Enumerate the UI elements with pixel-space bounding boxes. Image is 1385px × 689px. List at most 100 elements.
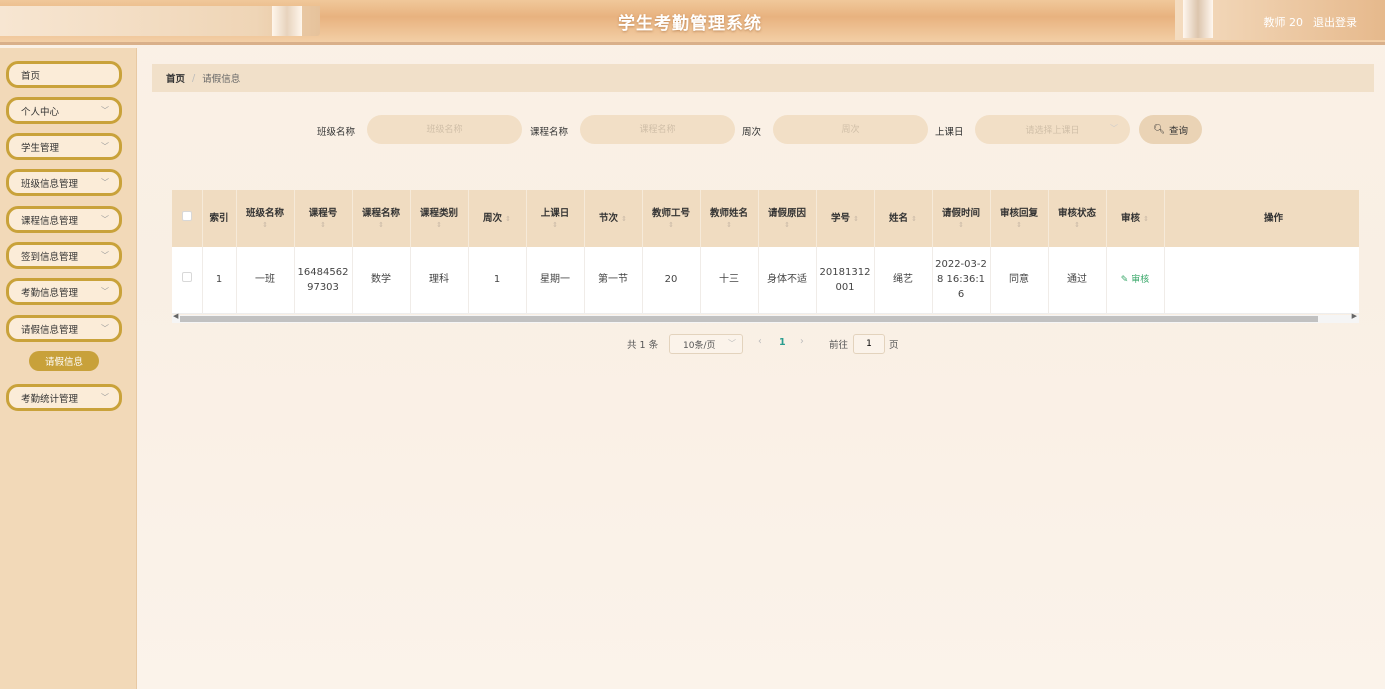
select-all-checkbox[interactable] (181, 211, 192, 221)
chevron-down-icon: ﹀ (101, 393, 109, 402)
class-name-input[interactable] (367, 115, 522, 144)
table-cell: 身体不适 (758, 247, 817, 314)
week-input[interactable] (773, 115, 928, 144)
class-day-label: 上课日 (935, 127, 964, 138)
prev-page-icon[interactable]: ‹ (758, 336, 762, 347)
sort-icon[interactable]: ⇕ (529, 221, 582, 230)
sort-icon[interactable]: ⇕ (621, 215, 627, 223)
sort-icon[interactable]: ⇕ (239, 221, 292, 230)
sort-icon[interactable]: ⇕ (1051, 221, 1104, 230)
sort-icon[interactable]: ⇕ (853, 215, 859, 223)
search-button-label: 查询 (1169, 125, 1189, 137)
sort-icon[interactable]: ⇕ (297, 221, 350, 230)
page-number[interactable]: 1 (779, 337, 786, 348)
sidebar-item-label: 签到信息管理 (21, 251, 79, 263)
column-header: 索引 (202, 190, 237, 247)
sidebar-item-attendance[interactable]: 考勤信息管理 ﹀ (6, 278, 122, 305)
audit-button[interactable]: ✎ 审核 (1121, 275, 1149, 285)
table-cell: 20181312001 (816, 247, 875, 314)
column-header[interactable]: 节次 ⇕ (584, 190, 643, 247)
horizontal-scrollbar[interactable]: ◀ ▶ (172, 312, 1359, 323)
sort-icon[interactable]: ⇕ (413, 221, 466, 230)
sidebar-item-checkin[interactable]: 签到信息管理 ﹀ (6, 242, 122, 269)
sidebar-item-home[interactable]: 首页 (6, 61, 122, 88)
sort-icon[interactable]: ⇕ (355, 221, 408, 230)
top-header: 学生考勤管理系统 教师 20 退出登录 (0, 0, 1385, 45)
table-row: 1 一班 1648456297303 数学 理科 1 星期一 第一节 20 十三… (172, 247, 1359, 314)
breadcrumb-home[interactable]: 首页 (166, 71, 185, 85)
sidebar-item-courses[interactable]: 课程信息管理 ﹀ (6, 206, 122, 233)
search-button[interactable]: 🔍︎ 查询 (1139, 115, 1202, 144)
scroll-left-icon[interactable]: ◀ (173, 312, 178, 320)
column-header[interactable]: 姓名 ⇕ (874, 190, 933, 247)
total-count: 共 1 条 (627, 340, 659, 351)
course-name-input[interactable] (580, 115, 735, 144)
column-header[interactable]: 课程名称 ⇕ (352, 190, 411, 247)
header-decoration-left (0, 6, 320, 36)
column-header[interactable]: 教师工号 ⇕ (642, 190, 701, 247)
page-size-value: 10条/页 (683, 340, 716, 351)
sidebar-subitem-leave-info[interactable]: 请假信息 (29, 351, 99, 371)
column-header[interactable]: 学号 ⇕ (816, 190, 875, 247)
sidebar-item-attendance-stats[interactable]: 考勤统计管理 ﹀ (6, 384, 122, 411)
column-header[interactable]: 上课日 ⇕ (526, 190, 585, 247)
page-size-select[interactable]: 10条/页 ﹀ (669, 334, 743, 354)
goto-label: 前往 (829, 340, 849, 351)
sort-icon[interactable]: ⇕ (505, 215, 511, 223)
row-select-cell (172, 247, 203, 314)
logout-link[interactable]: 退出登录 (1313, 14, 1357, 30)
class-day-select[interactable]: 请选择上课日 ﹀ (975, 115, 1130, 144)
column-header[interactable]: 教师姓名 ⇕ (700, 190, 759, 247)
sort-icon[interactable]: ⇕ (911, 215, 917, 223)
column-header[interactable]: 请假时间 ⇕ (932, 190, 991, 247)
chevron-down-icon: ﹀ (101, 142, 109, 151)
chevron-down-icon: ﹀ (101, 215, 109, 224)
goto-unit-label: 页 (889, 340, 899, 351)
sort-icon[interactable]: ⇕ (645, 221, 698, 230)
actions-cell (1164, 247, 1359, 314)
column-header[interactable]: 请假原因 ⇕ (758, 190, 817, 247)
column-header[interactable]: 课程号 ⇕ (294, 190, 353, 247)
sidebar-item-students[interactable]: 学生管理 ﹀ (6, 133, 122, 160)
table-cell: 1648456297303 (294, 247, 353, 314)
column-header[interactable]: 审核回复 ⇕ (990, 190, 1049, 247)
goto-page-input[interactable] (853, 334, 885, 354)
table-cell: 一班 (236, 247, 295, 314)
chevron-down-icon: ﹀ (101, 324, 109, 333)
sort-icon[interactable]: ⇕ (703, 221, 756, 230)
table-cell: 理科 (410, 247, 469, 314)
sort-icon[interactable]: ⇕ (993, 221, 1046, 230)
sidebar-item-leave[interactable]: 请假信息管理 ﹀ (6, 315, 122, 342)
chevron-down-icon: ﹀ (1110, 124, 1118, 133)
scroll-right-icon[interactable]: ▶ (1352, 312, 1357, 320)
table-cell: 星期一 (526, 247, 585, 314)
sidebar-item-label: 学生管理 (21, 142, 60, 154)
column-header[interactable]: 审核状态 ⇕ (1048, 190, 1107, 247)
sort-icon[interactable]: ⇕ (935, 221, 988, 230)
scrollbar-thumb[interactable] (180, 316, 1318, 322)
chevron-down-icon: ﹀ (101, 251, 109, 260)
search-icon: 🔍︎ (1152, 124, 1166, 135)
class-name-label: 班级名称 (317, 127, 356, 138)
sidebar-item-label: 课程信息管理 (21, 215, 79, 227)
column-header[interactable]: 课程类别 ⇕ (410, 190, 469, 247)
sidebar-item-label: 首页 (21, 70, 41, 82)
table-cell: 十三 (700, 247, 759, 314)
sidebar-item-classes[interactable]: 班级信息管理 ﹀ (6, 169, 122, 196)
next-page-icon[interactable]: › (800, 336, 804, 347)
row-checkbox[interactable] (181, 272, 192, 283)
course-name-label: 课程名称 (530, 127, 569, 138)
table-cell: 20 (642, 247, 701, 314)
sort-icon[interactable]: ⇕ (1143, 215, 1149, 223)
sidebar-item-personal-center[interactable]: 个人中心 ﹀ (6, 97, 122, 124)
week-label: 周次 (742, 127, 762, 138)
chevron-down-icon: ﹀ (101, 178, 109, 187)
sort-icon[interactable]: ⇕ (761, 221, 814, 230)
column-header[interactable]: 审核 ⇕ (1106, 190, 1165, 247)
sidebar-item-label: 考勤统计管理 (21, 393, 79, 405)
column-header[interactable]: 周次 ⇕ (468, 190, 527, 247)
table-cell: 同意 (990, 247, 1049, 314)
column-header[interactable]: 班级名称 ⇕ (236, 190, 295, 247)
chevron-down-icon: ﹀ (728, 339, 736, 348)
column-header: 操作 (1164, 190, 1359, 247)
